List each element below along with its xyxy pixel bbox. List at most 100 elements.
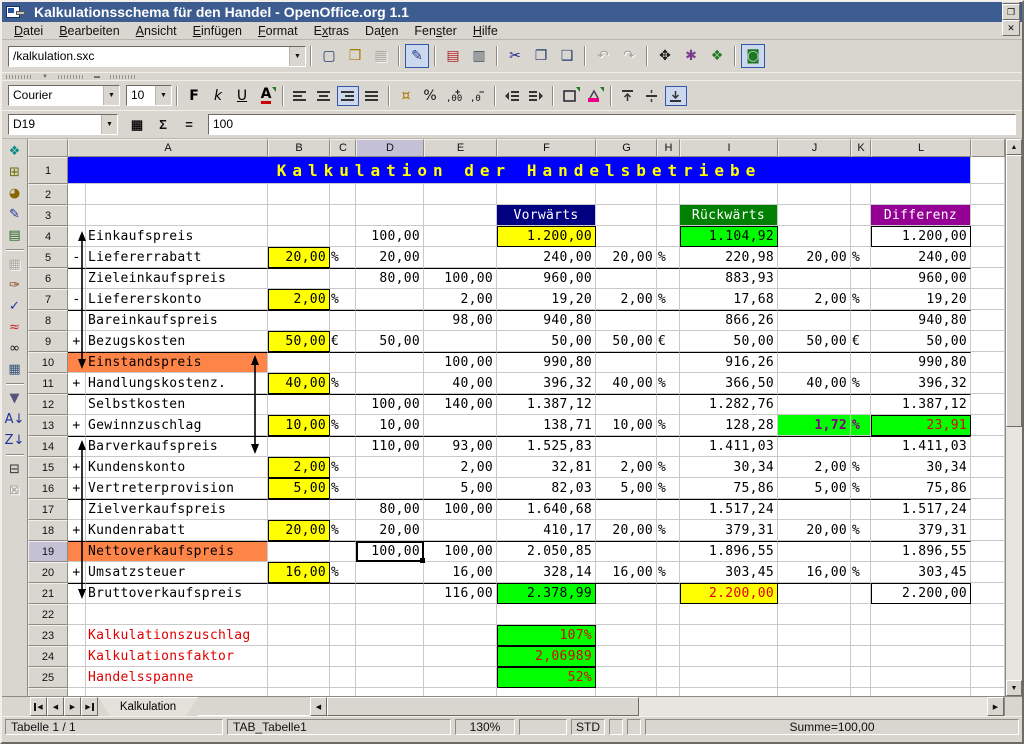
- row-header-22[interactable]: 22: [28, 604, 68, 625]
- cell-E20[interactable]: 16,00: [424, 562, 497, 583]
- title-bar[interactable]: Kalkulationsschema für den Handel - Open…: [2, 2, 1022, 22]
- cell-H8[interactable]: [657, 310, 680, 331]
- cell-B11[interactable]: 40,00: [268, 373, 330, 394]
- cell-M26[interactable]: [971, 688, 1005, 696]
- cell-G5[interactable]: 20,00: [596, 247, 657, 268]
- cell-G10[interactable]: [596, 352, 657, 373]
- row-header-19[interactable]: 19: [28, 541, 68, 562]
- cell-H16[interactable]: %: [657, 478, 680, 499]
- cell-G18[interactable]: 20,00: [596, 520, 657, 541]
- cell-M3[interactable]: [971, 205, 1005, 226]
- cell-F4[interactable]: 1.200,00: [497, 226, 596, 247]
- cell-J15[interactable]: 2,00: [778, 457, 851, 478]
- form-controls-icon[interactable]: ▤: [4, 225, 26, 246]
- scroll-up-icon[interactable]: ▲: [1006, 139, 1022, 155]
- cell-I17[interactable]: 1.517,24: [680, 499, 778, 520]
- cell-title-A1[interactable]: Kalkulation der Handelsbetriebe: [68, 157, 971, 184]
- cell-I7[interactable]: 17,68: [680, 289, 778, 310]
- cell-M25[interactable]: [971, 667, 1005, 688]
- cell-J10[interactable]: [778, 352, 851, 373]
- cell-I15[interactable]: 30,34: [680, 457, 778, 478]
- cell-A15[interactable]: Kundenskonto: [86, 457, 268, 478]
- cell-C5[interactable]: %: [330, 247, 356, 268]
- row-header-16[interactable]: 16: [28, 478, 68, 499]
- redo-icon[interactable]: ↷: [617, 44, 641, 68]
- cell-G17[interactable]: [596, 499, 657, 520]
- row-header-11[interactable]: 11: [28, 373, 68, 394]
- cell-D26[interactable]: [356, 688, 424, 696]
- underline-button[interactable]: U: [231, 86, 253, 106]
- menu-item-einfügen[interactable]: Einfügen: [185, 23, 250, 39]
- cell-F21[interactable]: 2.378,99: [497, 583, 596, 604]
- sign-cell-19[interactable]: [68, 541, 86, 562]
- print-icon[interactable]: ▥: [467, 44, 491, 68]
- cell-K24[interactable]: [851, 646, 871, 667]
- cell-J5[interactable]: 20,00: [778, 247, 851, 268]
- font-color-button-dropdown-icon[interactable]: [272, 87, 276, 92]
- cell-F26[interactable]: [497, 688, 596, 696]
- cell-H4[interactable]: [657, 226, 680, 247]
- cell-E17[interactable]: 100,00: [424, 499, 497, 520]
- cell-D6[interactable]: 80,00: [356, 268, 424, 289]
- hscroll-left-icon[interactable]: ◀: [310, 697, 327, 716]
- cell-C13[interactable]: %: [330, 415, 356, 436]
- italic-button[interactable]: k: [207, 86, 229, 106]
- cell-K15[interactable]: %: [851, 457, 871, 478]
- cell-J16[interactable]: 5,00: [778, 478, 851, 499]
- cell-B14[interactable]: [268, 436, 330, 457]
- cell-D16[interactable]: [356, 478, 424, 499]
- cell-E8[interactable]: 98,00: [424, 310, 497, 331]
- cell-L25[interactable]: [871, 667, 971, 688]
- cell-B8[interactable]: [268, 310, 330, 331]
- cell-D14[interactable]: 110,00: [356, 436, 424, 457]
- cell-D5[interactable]: 20,00: [356, 247, 424, 268]
- cell-A2[interactable]: [86, 184, 268, 205]
- cell-D13[interactable]: 10,00: [356, 415, 424, 436]
- cell-I5[interactable]: 220,98: [680, 247, 778, 268]
- dock-grip[interactable]: [6, 75, 32, 79]
- column-header-I[interactable]: I: [680, 139, 778, 157]
- cell-B15[interactable]: 2,00: [268, 457, 330, 478]
- cell-F6[interactable]: 960,00: [497, 268, 596, 289]
- cell-K19[interactable]: [851, 541, 871, 562]
- cell-I14[interactable]: 1.411,03: [680, 436, 778, 457]
- row-header-2[interactable]: 2: [28, 184, 68, 205]
- cell-F20[interactable]: 328,14: [497, 562, 596, 583]
- scroll-down-icon[interactable]: ▼: [1006, 680, 1022, 696]
- close-button[interactable]: ✕: [1002, 20, 1020, 36]
- cell-F14[interactable]: 1.525,83: [497, 436, 596, 457]
- sign-cell-11[interactable]: +: [68, 373, 86, 394]
- add-decimal-button[interactable]: ,00+: [443, 86, 465, 106]
- cell-A16[interactable]: Vertreterprovision: [86, 478, 268, 499]
- cell-A13[interactable]: Gewinnzuschlag: [86, 415, 268, 436]
- cell-J9[interactable]: 50,00: [778, 331, 851, 352]
- row-header-9[interactable]: 9: [28, 331, 68, 352]
- row-header-4[interactable]: 4: [28, 226, 68, 247]
- vertical-scroll-track[interactable]: [1006, 427, 1022, 680]
- cell-J7[interactable]: 2,00: [778, 289, 851, 310]
- cell-F24[interactable]: 2,06989: [497, 646, 596, 667]
- select-all-corner[interactable]: [28, 139, 68, 157]
- cell-B7[interactable]: 2,00: [268, 289, 330, 310]
- cell-G9[interactable]: 50,00: [596, 331, 657, 352]
- cell-M16[interactable]: [971, 478, 1005, 499]
- sign-cell-8[interactable]: [68, 310, 86, 331]
- cell-F7[interactable]: 19,20: [497, 289, 596, 310]
- cell-C12[interactable]: [330, 394, 356, 415]
- cell-C10[interactable]: [330, 352, 356, 373]
- cell-I20[interactable]: 303,45: [680, 562, 778, 583]
- cell-F12[interactable]: 1.387,12: [497, 394, 596, 415]
- cell-C26[interactable]: [330, 688, 356, 696]
- cell-A8[interactable]: Bareinkaufspreis: [86, 310, 268, 331]
- draw-functions-icon[interactable]: ✎: [4, 204, 26, 225]
- cell-L15[interactable]: 30,34: [871, 457, 971, 478]
- cell-M14[interactable]: [971, 436, 1005, 457]
- cell-M13[interactable]: [971, 415, 1005, 436]
- cell-I24[interactable]: [680, 646, 778, 667]
- sort-ascending-icon[interactable]: A↓: [4, 409, 26, 430]
- autoformat-icon[interactable]: ✑: [4, 275, 26, 296]
- cell-H18[interactable]: %: [657, 520, 680, 541]
- align-justify-button[interactable]: [361, 86, 383, 106]
- cell-C8[interactable]: [330, 310, 356, 331]
- cell-A3[interactable]: [86, 205, 268, 226]
